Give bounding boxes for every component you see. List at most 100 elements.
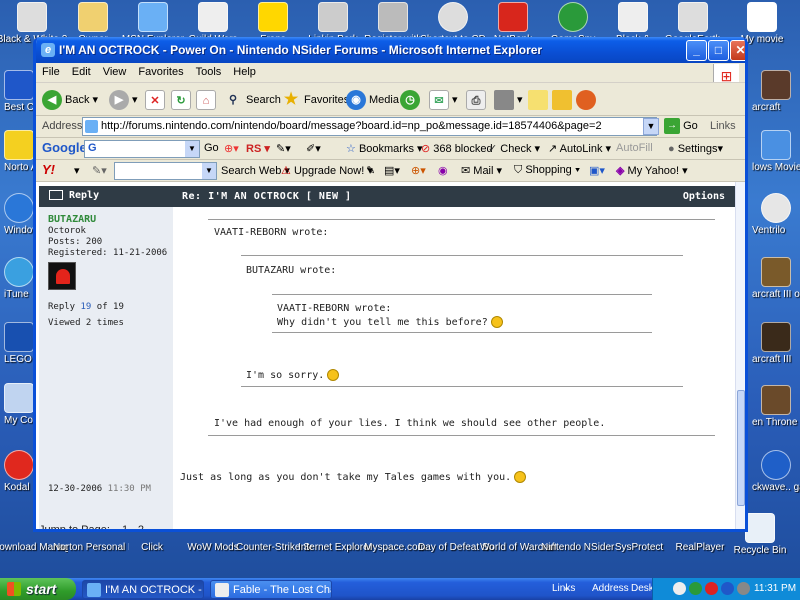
menu-help[interactable]: Help: [227, 63, 262, 78]
desktop-icon-realplayer[interactable]: RealPlayer: [662, 542, 738, 553]
speaker-icon[interactable]: [737, 582, 750, 595]
address-input[interactable]: http://forums.nintendo.com/nintendo/boar…: [82, 117, 657, 136]
google-popup-blocker[interactable]: ⊘ 368 blocked: [421, 142, 493, 155]
google-translate-icon[interactable]: ✐▾: [306, 142, 321, 155]
avatar[interactable]: [48, 262, 76, 290]
desktop-icon-itunes[interactable]: iTune: [4, 257, 34, 300]
clock[interactable]: 11:31 PM: [754, 578, 796, 600]
yahoo-pencil-icon[interactable]: ✎▾: [92, 164, 107, 177]
home-icon: ⌂: [196, 90, 216, 111]
media-button[interactable]: ◉ Media: [346, 89, 399, 111]
fable-icon: [215, 583, 229, 597]
mail-icon: ✉: [461, 165, 471, 177]
google-rs-button[interactable]: RS ▾: [246, 142, 270, 155]
yahoo-target-button[interactable]: ⊕▾: [411, 164, 426, 177]
back-button[interactable]: ◀ Back ▾: [42, 89, 98, 111]
menu-view[interactable]: View: [97, 63, 133, 78]
minimize-button[interactable]: _: [686, 40, 707, 61]
options-button[interactable]: Options: [683, 191, 725, 202]
yahoo-page-button[interactable]: ▤▾: [384, 164, 400, 177]
tray-icon-3[interactable]: [705, 582, 718, 595]
google-dropdown[interactable]: ▼: [185, 141, 199, 157]
yahoo-add-button[interactable]: ▣▾: [589, 164, 605, 177]
yahoo-menu-dropdown[interactable]: ▾: [74, 164, 80, 177]
print-button[interactable]: ⎙: [466, 89, 489, 111]
forward-button[interactable]: ▶ ▾: [109, 89, 138, 111]
history-button[interactable]: ◷: [400, 89, 423, 111]
google-logo[interactable]: Google: [42, 140, 87, 155]
task-ie-window[interactable]: I'M AN OCTROCK - P...: [82, 580, 204, 599]
desktop-icon-warcraft[interactable]: arcraft: [752, 70, 800, 113]
yahoo-pencil-button[interactable]: ✎: [366, 164, 375, 177]
yahoo-upgrade-button[interactable]: ⚠ Upgrade Now! ▾: [281, 164, 373, 177]
address-dropdown[interactable]: ▼: [643, 118, 659, 135]
yahoo-logo[interactable]: Y!: [42, 162, 55, 177]
links-toolbar[interactable]: Links: [710, 120, 736, 132]
abc-check-icon: ✓: [488, 143, 498, 155]
author-name[interactable]: BUTAZARU: [48, 214, 96, 225]
start-button[interactable]: start: [0, 578, 76, 600]
refresh-button[interactable]: ↻: [171, 89, 194, 111]
vertical-scrollbar[interactable]: [735, 182, 745, 529]
google-autolink-button[interactable]: ↗ AutoLink ▾: [548, 142, 611, 155]
yahoo-myyahoo-button[interactable]: ◈ My Yahoo! ▾: [616, 164, 688, 177]
google-autofill-button[interactable]: AutoFill: [616, 142, 653, 154]
desktop-icon-windows-player[interactable]: Windows Playe: [4, 193, 34, 236]
yahoo-search-input[interactable]: ▼: [114, 162, 217, 180]
discuss-button[interactable]: [528, 89, 551, 111]
yahoo-messenger-icon[interactable]: ◉: [438, 164, 448, 177]
post-date-value: 12-30-2006: [48, 484, 103, 494]
desktop-icon-movie-maker[interactable]: lows Movie Maker: [752, 130, 800, 173]
desktop-icon-frozen-throne[interactable]: en Throne: [752, 385, 800, 428]
reply-button[interactable]: Reply: [49, 190, 99, 201]
desktop-icon-warcraft-editor[interactable]: arcraft III orld Editor: [752, 257, 800, 300]
buddy-button[interactable]: [576, 89, 599, 111]
desktop-icon-norton-antivirus[interactable]: Norto AntiVirus: [4, 130, 34, 173]
desktop-icon-my-computer[interactable]: My Com: [4, 383, 34, 426]
home-button[interactable]: ⌂: [196, 89, 219, 111]
google-blog-icon[interactable]: ✎▾: [276, 142, 291, 155]
task-fable[interactable]: Fable - The Lost Cha...: [210, 580, 332, 599]
page-link-1[interactable]: 1: [122, 524, 128, 529]
yahoo-search-dropdown[interactable]: ▼: [202, 163, 216, 179]
title-bar[interactable]: e I'M AN OCTROCK - Power On - Nintendo N…: [36, 37, 745, 63]
yahoo-shopping-button[interactable]: ⛉ Shopping ▾: [514, 164, 580, 177]
reply-number-link[interactable]: 19: [81, 302, 92, 312]
tray-icon-1[interactable]: [673, 582, 686, 595]
desktop-icon-shockwave-games[interactable]: ckwave.. games: [752, 450, 800, 493]
desktop-icon-warcraft-iii[interactable]: arcraft III: [752, 322, 800, 365]
stop-button[interactable]: ✕: [145, 89, 168, 111]
mail-button[interactable]: ✉ ▾: [429, 89, 458, 111]
yahoo-search-web-button[interactable]: Search Web ▾: [221, 164, 290, 177]
maximize-button[interactable]: □: [708, 40, 729, 61]
menu-favorites[interactable]: Favorites: [132, 63, 189, 78]
desktop-icon-kodak[interactable]: Kodal EasySh: [4, 450, 34, 493]
messenger-button[interactable]: [552, 89, 575, 111]
menu-file[interactable]: File: [36, 63, 66, 78]
menu-edit[interactable]: Edit: [66, 63, 97, 78]
desktop-icon-quicken[interactable]: Best Ca Quicken: [4, 70, 34, 113]
netbank-icon: [498, 2, 528, 32]
google-go-button[interactable]: Go: [204, 142, 219, 154]
yahoo-mail-button[interactable]: ✉ Mail ▾: [461, 164, 502, 177]
address-toolbar-label[interactable]: Address: [592, 578, 629, 600]
search-button[interactable]: ⚲ Search: [223, 89, 281, 111]
google-spellcheck-button[interactable]: ✓ Check ▾: [488, 142, 540, 155]
favorites-button[interactable]: ★ Favorites: [281, 89, 349, 111]
page-link-2[interactable]: 2: [138, 524, 144, 529]
desktop-icon-lego[interactable]: LEGO F Raider: [4, 322, 34, 365]
author-posts: Posts: 200: [48, 237, 103, 247]
scrollbar-thumb[interactable]: [737, 390, 745, 506]
google-pagerank-icon[interactable]: ⊕▾: [224, 142, 239, 155]
google-bookmarks-button[interactable]: ☆ Bookmarks ▾: [346, 142, 423, 155]
tray-icon-2[interactable]: [689, 582, 702, 595]
go-button[interactable]: → Go: [664, 118, 698, 134]
google-search-input[interactable]: G ▼: [84, 140, 200, 158]
google-settings-button[interactable]: ● Settings▾: [668, 142, 723, 155]
close-button[interactable]: ✕: [730, 40, 745, 61]
edit-button[interactable]: ▾: [494, 89, 523, 111]
menu-tools[interactable]: Tools: [190, 63, 228, 78]
warning-icon: ⚠: [281, 165, 291, 177]
tray-icon-4[interactable]: [721, 582, 734, 595]
desktop-icon-ventrilo[interactable]: Ventrilo: [752, 193, 800, 236]
